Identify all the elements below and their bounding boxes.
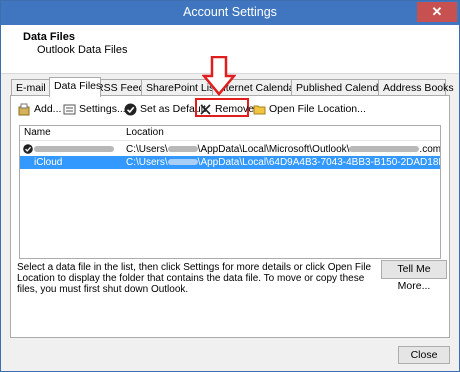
tab-email[interactable]: E-mail: [11, 79, 51, 96]
tab-data-files[interactable]: Data Files: [49, 77, 101, 97]
default-check-icon: [124, 103, 137, 116]
column-name-header[interactable]: Name: [24, 127, 51, 138]
set-as-default-button[interactable]: Set as Default: [124, 102, 206, 116]
red-down-arrow-icon: [202, 56, 236, 96]
row-name: iCloud: [34, 157, 63, 168]
header-subtitle: Outlook Data Files: [37, 44, 128, 56]
remove-label: Remove: [215, 103, 255, 115]
header-title: Data Files: [23, 31, 75, 43]
column-location-header[interactable]: Location: [126, 127, 164, 138]
settings-button[interactable]: Settings...: [63, 102, 126, 116]
add-label: Add...: [34, 103, 62, 115]
data-file-list[interactable]: Name Location C:\Users\ \AppData\Local\Mi…: [19, 125, 441, 259]
tell-me-more-button[interactable]: Tell Me More...: [381, 260, 447, 292]
settings-label: Settings...: [79, 103, 126, 115]
title-bar: Account Settings ✕: [1, 1, 459, 25]
close-button[interactable]: Close: [398, 346, 450, 364]
tab-published-calendars[interactable]: Published Calendars: [291, 79, 393, 96]
account-settings-window: Account Settings ✕ Data Files Outlook Da…: [0, 0, 460, 372]
list-row-default[interactable]: C:\Users\ \AppData\Local\Microsoft\Outloo…: [20, 143, 440, 156]
folder-icon: [253, 105, 266, 115]
toolbar: Add... Settings... Set as Default Remove…: [11, 96, 449, 122]
settings-icon: [63, 104, 76, 115]
row-location: C:\Users\ \AppData\Local\Microsoft\Outloo…: [126, 144, 440, 155]
data-files-panel: Add... Settings... Set as Default Remove…: [10, 95, 450, 338]
window-title: Account Settings: [183, 5, 277, 19]
list-row-icloud[interactable]: iCloud C:\Users\ \AppData\Local\64D9A4B3-…: [20, 156, 440, 169]
list-header: Name Location: [20, 126, 440, 141]
open-file-location-button[interactable]: Open File Location...: [253, 102, 366, 116]
window-close-button[interactable]: ✕: [417, 2, 457, 22]
open-file-location-label: Open File Location...: [269, 103, 366, 115]
row-name-redacted: [34, 143, 114, 156]
description-text: Select a data file in the list, then cli…: [17, 262, 372, 295]
add-file-icon: [18, 103, 30, 116]
default-check-icon: [23, 144, 33, 154]
tab-address-books[interactable]: Address Books: [378, 79, 454, 96]
remove-button[interactable]: Remove: [199, 102, 254, 116]
add-button[interactable]: Add...: [18, 102, 61, 116]
row-location: C:\Users\ \AppData\Local\64D9A4B3-7043-4B…: [126, 157, 440, 168]
remove-x-icon: [200, 104, 211, 115]
